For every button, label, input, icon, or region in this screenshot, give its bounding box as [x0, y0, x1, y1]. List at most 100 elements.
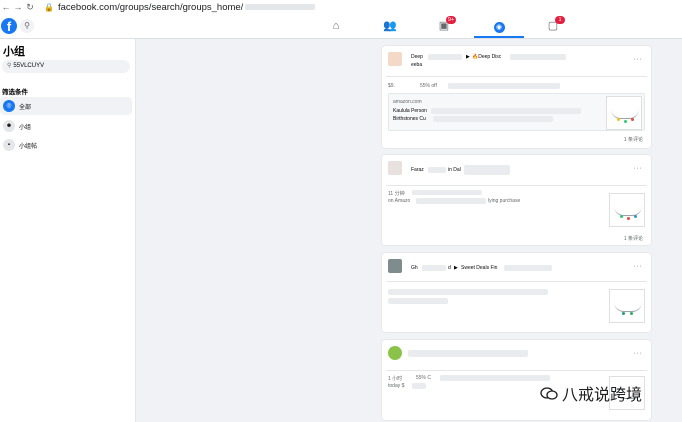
post-meta: 11 分钟: [388, 191, 405, 197]
filter-all[interactable]: ◎ 全部: [0, 97, 132, 115]
gaming-badge: 1: [555, 16, 565, 24]
divider: [386, 76, 647, 77]
gaming-icon[interactable]: ▢ 1: [544, 16, 565, 33]
groups-icon[interactable]: ◉: [490, 19, 508, 33]
filter-groups[interactable]: ☻ 小组: [0, 117, 132, 135]
blurred-text: [428, 54, 462, 60]
watch-icon[interactable]: ▣ 9+: [435, 16, 456, 33]
filter-group-posts-label: 小组帖: [19, 143, 38, 150]
post-text: 55% off: [420, 83, 437, 89]
search-icon[interactable]: ⚲: [20, 19, 34, 33]
gem-icon: [622, 312, 625, 315]
reload-icon[interactable]: ↻: [24, 0, 36, 14]
filter-group-posts[interactable]: ▪ 小组帖: [0, 136, 132, 154]
lock-icon[interactable]: 🔒: [44, 3, 54, 12]
people-icon: ☻: [3, 120, 15, 132]
more-options-icon[interactable]: ···: [634, 263, 643, 270]
blurred-text: [510, 54, 566, 60]
bracelet-image: [614, 302, 642, 312]
avatar[interactable]: [388, 259, 402, 273]
post-group[interactable]: 🔥Deep Disc: [472, 54, 501, 60]
avatar[interactable]: [388, 161, 402, 175]
blurred-text: [412, 383, 426, 389]
product-thumbnail[interactable]: [609, 193, 645, 227]
filter-groups-label: 小组: [19, 124, 32, 131]
post-author[interactable]: Gh: [411, 265, 418, 271]
post-author[interactable]: Deep: [411, 54, 423, 60]
blurred-text: [412, 190, 482, 195]
search-icon: ⚲: [7, 63, 12, 69]
wechat-icon: [540, 386, 558, 400]
post-text-prefix: $9.: [388, 83, 395, 89]
link-preview[interactable]: amazon.com Kaulula Person Birthstones Cu: [388, 93, 645, 131]
post-card: Faraz in Dal ··· 11 分钟 on Amazo lying pu…: [382, 155, 651, 245]
active-tab-indicator: [474, 36, 524, 38]
blurred-text: [464, 165, 510, 175]
facebook-logo[interactable]: f: [1, 18, 17, 34]
post-author[interactable]: Faraz: [411, 167, 424, 173]
product-thumbnail[interactable]: [609, 289, 645, 323]
post-arrow: ▶: [466, 54, 470, 60]
gem-icon: [634, 215, 637, 218]
divider: [386, 370, 647, 371]
gem-icon: [630, 312, 633, 315]
post-card: Deep ▶ 🔥Deep Disc eeba ··· $9. 55% off a…: [382, 46, 651, 148]
sidebar-title: 小组: [3, 46, 25, 58]
more-options-icon[interactable]: ···: [634, 350, 643, 357]
blurred-text: [388, 289, 548, 295]
home-icon[interactable]: ⌂: [327, 19, 345, 33]
bracelet-image: [614, 206, 642, 216]
comment-count[interactable]: 1 条评论: [624, 136, 643, 143]
post-card: Gh d ▶ Sweet Deals Fin ···: [382, 253, 651, 332]
blurred-text: [433, 116, 553, 122]
filter-title: 筛选条件: [2, 89, 28, 96]
divider: [386, 185, 647, 186]
watermark-text: 八戒说跨境: [562, 385, 643, 404]
left-sidebar: 小组 ⚲ 55VLCUYV 筛选条件 ◎ 全部 ☻ 小组 ▪ 小组帖: [0, 39, 136, 422]
divider: [386, 281, 647, 282]
blurred-text: [431, 108, 581, 114]
blurred-url-segment: [245, 4, 316, 10]
post-text: on Amazo: [388, 198, 411, 204]
gem-icon: [627, 217, 630, 220]
search-input[interactable]: ⚲ 55VLCUYV: [2, 60, 130, 73]
blurred-text: [504, 265, 552, 271]
blurred-text: [440, 375, 550, 381]
post-arrow: ▶: [454, 265, 458, 271]
blurred-text: [422, 265, 446, 271]
search-value: 55VLCUYV: [13, 63, 45, 69]
gem-icon: [617, 118, 620, 121]
watermark: 八戒说跨境: [540, 381, 642, 405]
post-group[interactable]: Sweet Deals Fin: [461, 265, 497, 271]
gem-icon: [631, 118, 634, 121]
friends-icon[interactable]: 👥: [381, 19, 399, 33]
more-options-icon[interactable]: ···: [634, 56, 643, 63]
post-text-end: lying purchase: [488, 198, 521, 204]
address-bar[interactable]: facebook.com/groups/search/groups_home/: [58, 2, 243, 13]
blurred-text: [416, 198, 486, 204]
link-subtitle: Birthstones Cu: [393, 116, 426, 122]
link-title: Kaulula Person: [393, 108, 427, 114]
avatar[interactable]: [388, 346, 402, 360]
globe-icon: ◎: [3, 100, 15, 112]
post-author-rest: d: [448, 265, 451, 271]
blurred-text: [388, 298, 448, 304]
post-card: ··· 1 小时 55% C today $: [382, 340, 651, 420]
blurred-text: [428, 167, 446, 173]
facebook-top-bar: f ⚲ ⌂ 👥 ▣ 9+ ◉ ▢ 1: [0, 14, 682, 39]
avatar[interactable]: [388, 52, 402, 66]
product-thumbnail[interactable]: [606, 96, 642, 130]
back-arrow-icon[interactable]: ←: [0, 0, 12, 14]
blurred-text: [408, 350, 528, 357]
post-text: 55% C: [416, 375, 432, 381]
post-meta: 1 小时: [388, 376, 403, 382]
blurred-text: [448, 83, 560, 89]
post-author-rest: in Dal: [448, 167, 461, 173]
comment-count[interactable]: 1 条评论: [624, 235, 643, 242]
link-domain: amazon.com: [393, 99, 422, 105]
watch-badge: 9+: [446, 16, 456, 24]
more-options-icon[interactable]: ···: [634, 165, 643, 172]
filter-all-label: 全部: [19, 104, 32, 111]
chat-icon: ▪: [3, 139, 15, 151]
forward-arrow-icon[interactable]: →: [12, 0, 24, 14]
